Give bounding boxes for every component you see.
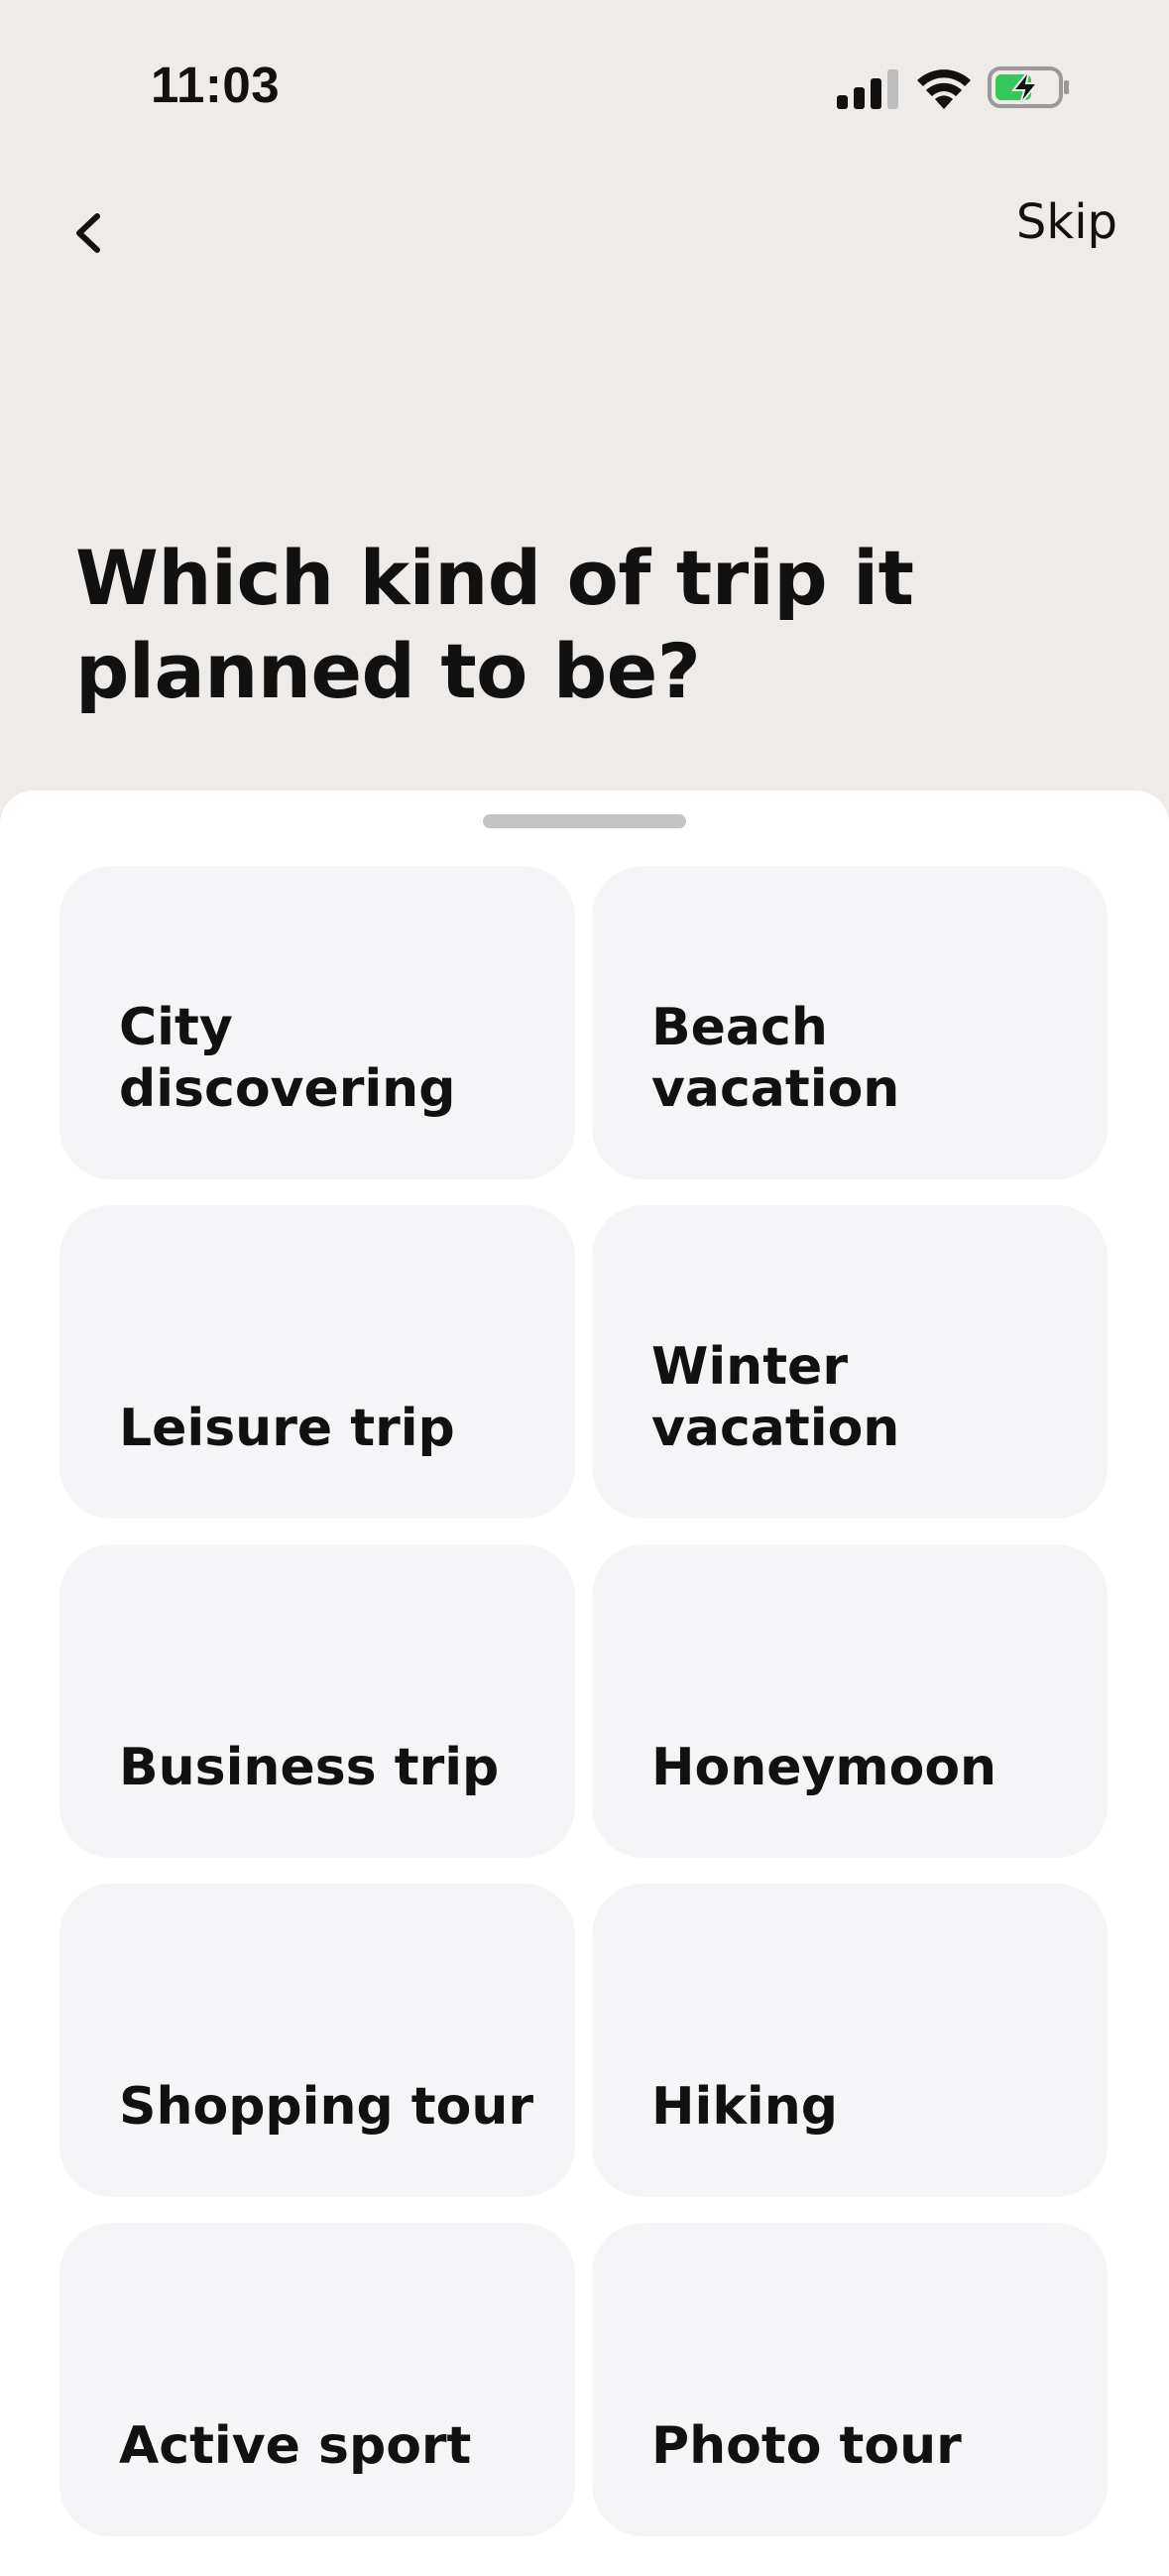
wifi-icon — [917, 69, 971, 109]
cellular-signal-icon — [837, 69, 898, 109]
option-beach-vacation[interactable]: Beach vacation — [592, 866, 1108, 1179]
option-leisure-trip[interactable]: Leisure trip — [59, 1205, 575, 1519]
battery-charging-icon — [988, 66, 1069, 108]
option-photo-tour[interactable]: Photo tour — [592, 2223, 1108, 2536]
option-label: Photo tour — [651, 2416, 962, 2476]
skip-button[interactable]: Skip — [1016, 194, 1117, 250]
options-sheet: City discovering Beach vacation Leisure … — [0, 791, 1169, 2576]
option-label: Hiking — [651, 2077, 838, 2137]
option-label: Leisure trip — [119, 1399, 455, 1458]
status-bar: 11:03 — [0, 0, 1169, 169]
option-city-discovering[interactable]: City discovering — [59, 866, 575, 1179]
option-label: Active sport — [119, 2416, 472, 2476]
option-active-sport[interactable]: Active sport — [59, 2223, 575, 2536]
option-honeymoon[interactable]: Honeymoon — [592, 1544, 1108, 1858]
option-winter-vacation[interactable]: Winter vacation — [592, 1205, 1108, 1519]
option-business-trip[interactable]: Business trip — [59, 1544, 575, 1858]
option-label: Winter vacation — [651, 1337, 900, 1458]
option-label: Beach vacation — [651, 998, 900, 1119]
trip-type-grid: City discovering Beach vacation Leisure … — [59, 866, 1110, 2536]
chevron-left-icon — [76, 213, 100, 253]
option-label: City discovering — [119, 998, 456, 1119]
option-label: Honeymoon — [651, 1738, 997, 1797]
option-shopping-tour[interactable]: Shopping tour — [59, 1884, 575, 2197]
back-button[interactable] — [61, 198, 121, 268]
option-hiking[interactable]: Hiking — [592, 1884, 1108, 2197]
status-time: 11:03 — [151, 57, 281, 113]
page-title: Which kind of trip it planned to be? — [75, 534, 914, 715]
option-label: Shopping tour — [119, 2077, 534, 2137]
sheet-grabber[interactable] — [483, 814, 686, 828]
option-label: Business trip — [119, 1738, 500, 1797]
